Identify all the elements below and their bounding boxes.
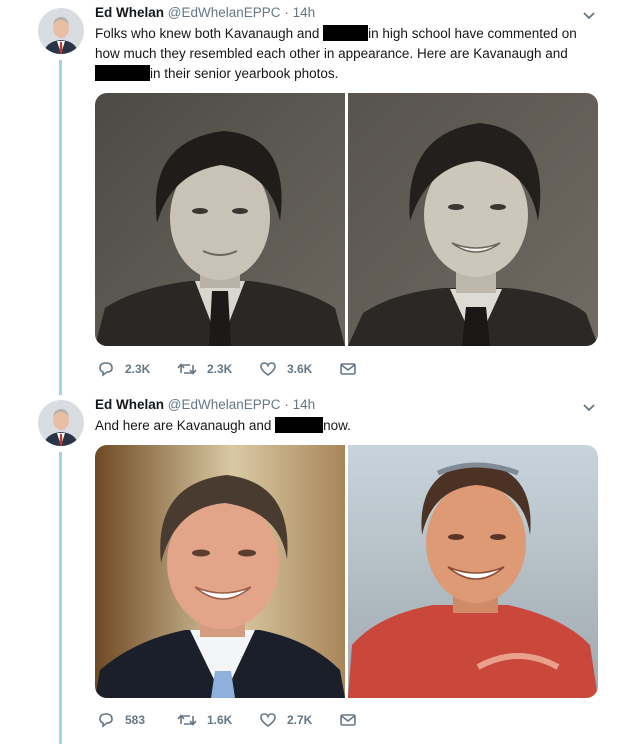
text-segment: Folks who knew both Kavanaugh and xyxy=(95,26,324,41)
tweet-actions: 2.3K 2.3K 3.6K xyxy=(97,361,367,377)
retweet-count: 1.6K xyxy=(207,713,233,727)
tweet[interactable]: Ed Whelan @EdWhelanEPPC · 14h And here a… xyxy=(0,392,631,744)
timestamp[interactable]: 14h xyxy=(293,5,316,20)
tweet-header: Ed Whelan @EdWhelanEPPC · 14h xyxy=(95,397,315,412)
retweet-icon xyxy=(177,714,197,726)
reply-count: 2.3K xyxy=(125,362,151,376)
like-button[interactable]: 2.7K xyxy=(259,712,339,728)
media-grid[interactable] xyxy=(95,445,598,698)
tweet-actions: 583 1.6K 2.7K xyxy=(97,712,367,728)
avatar[interactable] xyxy=(38,8,84,54)
chevron-down-icon[interactable] xyxy=(582,8,596,20)
tweet[interactable]: Ed Whelan @EdWhelanEPPC · 14h Folks who … xyxy=(0,0,631,390)
message-icon xyxy=(340,363,356,375)
reply-icon xyxy=(99,362,113,377)
separator: · xyxy=(284,5,289,20)
timestamp[interactable]: 14h xyxy=(293,397,316,412)
message-icon xyxy=(340,714,356,726)
retweet-button[interactable]: 2.3K xyxy=(177,361,259,377)
reply-button[interactable]: 583 xyxy=(97,712,177,728)
direct-message-button[interactable] xyxy=(339,361,367,377)
text-segment: in their senior yearbook photos. xyxy=(150,66,339,81)
recent-photo-right[interactable] xyxy=(348,445,598,698)
retweet-button[interactable]: 1.6K xyxy=(177,712,259,728)
like-count: 2.7K xyxy=(287,713,313,727)
redacted-name xyxy=(275,417,324,433)
redacted-name xyxy=(323,25,369,41)
author-name[interactable]: Ed Whelan xyxy=(95,5,164,20)
recent-photo-left[interactable] xyxy=(95,445,345,698)
reply-count: 583 xyxy=(125,713,146,727)
author-handle[interactable]: @EdWhelanEPPC xyxy=(168,5,281,20)
chevron-down-icon[interactable] xyxy=(582,400,596,412)
media-grid[interactable] xyxy=(95,93,598,346)
tweet-header: Ed Whelan @EdWhelanEPPC · 14h xyxy=(95,5,315,20)
reply-icon xyxy=(99,713,113,728)
like-count: 3.6K xyxy=(287,362,313,376)
yearbook-photo-right[interactable] xyxy=(348,93,598,346)
retweet-count: 2.3K xyxy=(207,362,233,376)
redacted-name xyxy=(95,65,150,81)
author-handle[interactable]: @EdWhelanEPPC xyxy=(168,397,281,412)
direct-message-button[interactable] xyxy=(339,712,367,728)
author-name[interactable]: Ed Whelan xyxy=(95,397,164,412)
reply-button[interactable]: 2.3K xyxy=(97,361,177,377)
retweet-icon xyxy=(177,363,197,375)
yearbook-photo-left[interactable] xyxy=(95,93,345,346)
like-button[interactable]: 3.6K xyxy=(259,361,339,377)
like-icon xyxy=(260,362,276,376)
text-segment: And here are Kavanaugh and xyxy=(95,418,276,433)
separator: · xyxy=(284,397,289,412)
tweet-text: And here are Kavanaugh and now. xyxy=(95,416,600,436)
tweet-text: Folks who knew both Kavanaugh and in hig… xyxy=(95,24,600,84)
text-segment: now. xyxy=(323,418,351,433)
avatar[interactable] xyxy=(38,400,84,446)
like-icon xyxy=(260,713,276,727)
